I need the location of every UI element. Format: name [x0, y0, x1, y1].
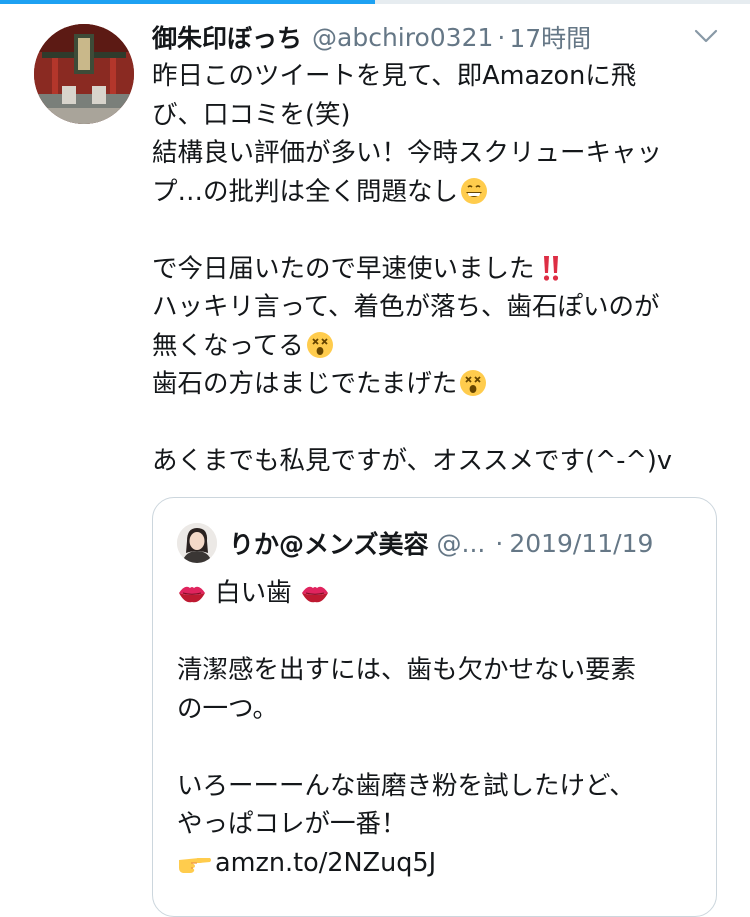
- tweet-line: び、口コミを(笑): [152, 99, 351, 130]
- grinning-face-emoji-icon: [460, 177, 488, 205]
- quoted-line: やっぱコレが一番！: [177, 809, 407, 839]
- tweet-line-text: で今日届いたので早速使いました: [152, 253, 535, 284]
- tweet-line-with-emoji: 無くなってる: [152, 327, 732, 366]
- tweet-line: あくまでも私見ですが、オススメです(^-^)v: [152, 446, 672, 476]
- top-progress-fill: [0, 0, 375, 4]
- quoted-tweet-date[interactable]: 2019/11/19: [509, 529, 653, 558]
- double-exclamation-emoji-icon: [537, 254, 565, 282]
- author-handle[interactable]: @abchiro0321: [312, 23, 493, 52]
- author-display-name[interactable]: 御朱印ぼっち: [152, 19, 302, 55]
- tweet-text: 昨日このツイートを見て、即Amazonに飛 び、口コミを(笑) 結構良い評価が多…: [152, 57, 732, 481]
- quoted-line: の一つ。: [177, 693, 278, 724]
- tweet-line-with-emoji: プ…の批判は全く問題なし: [152, 173, 732, 212]
- kiss-mark-emoji-icon: [177, 580, 207, 606]
- quoted-line-text: 白い歯: [215, 578, 292, 608]
- quoted-line: 清潔感を出すには、歯も欠かせない要素: [177, 655, 637, 685]
- quoted-author-handle[interactable]: @...: [437, 529, 486, 558]
- quoted-link[interactable]: amzn.to/2NZuq5J: [215, 848, 436, 878]
- quoted-line-with-emoji: 白い歯: [177, 574, 697, 613]
- user-avatar[interactable]: [34, 24, 134, 124]
- tweet-line: 昨日このツイートを見て、即Amazonに飛: [152, 61, 637, 91]
- tweet-line: ハッキリ言って、着色が落ち、歯石ぽいのが: [152, 292, 660, 322]
- pointing-hand-emoji-icon: [177, 850, 213, 876]
- tweet-line-text: 無くなってる: [152, 330, 304, 361]
- chevron-down-icon[interactable]: [693, 25, 719, 47]
- quoted-tweet-header: りか@メンズ美容 @... · 2019/11/19: [177, 522, 707, 564]
- tweet-line: 結構良い評価が多い！今時スクリューキャッ: [152, 138, 663, 168]
- kiss-mark-emoji-icon: [300, 580, 330, 606]
- dizzy-face-emoji-icon: [459, 369, 487, 397]
- tweet-line-with-emoji: で今日届いたので早速使いました: [152, 250, 732, 289]
- tweet-line-with-emoji: 歯石の方はまじでたまげた: [152, 365, 732, 404]
- quoted-line: いろーーーんな歯磨き粉を試したけど、: [177, 770, 635, 801]
- top-progress-track: [0, 0, 750, 4]
- quoted-author-avatar[interactable]: [177, 523, 217, 563]
- tweet-line-text: プ…の批判は全く問題なし: [152, 176, 459, 207]
- tweet-timestamp[interactable]: 17時間: [509, 19, 591, 55]
- quoted-header-separator: ·: [495, 528, 504, 558]
- tweet-header: 御朱印ぼっち @abchiro0321 · 17時間: [152, 20, 591, 54]
- quoted-link-line: amzn.to/2NZuq5J: [177, 844, 697, 883]
- dizzy-face-emoji-icon: [306, 331, 334, 359]
- header-separator: ·: [497, 22, 506, 52]
- quoted-avatar-photo: [177, 523, 217, 563]
- quoted-tweet-card[interactable]: りか@メンズ美容 @... · 2019/11/19 白い歯 清潔感を出すには、…: [152, 497, 717, 917]
- quoted-tweet-text: 白い歯 清潔感を出すには、歯も欠かせない要素 の一つ。 いろーーーんな歯磨き粉を…: [177, 574, 697, 882]
- tweet-line-text: 歯石の方はまじでたまげた: [152, 369, 458, 399]
- avatar-photo: [34, 24, 134, 124]
- quoted-author-display-name[interactable]: りか@メンズ美容: [229, 525, 429, 561]
